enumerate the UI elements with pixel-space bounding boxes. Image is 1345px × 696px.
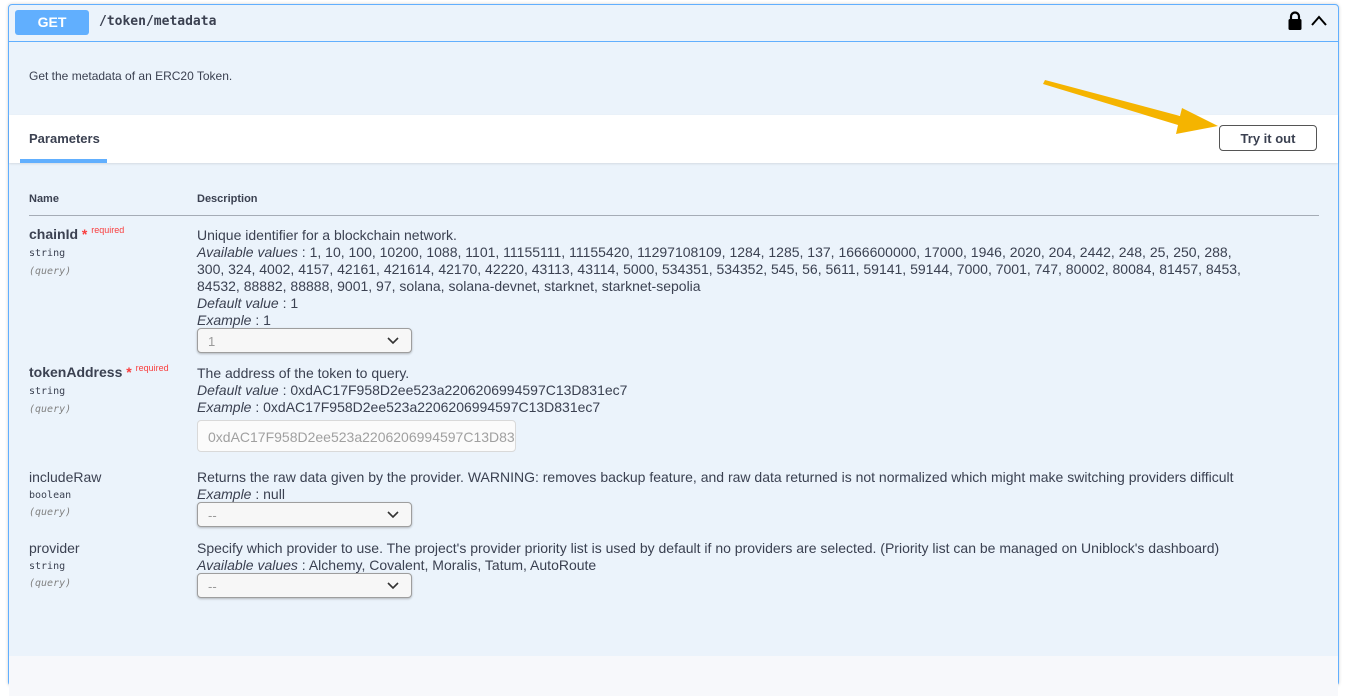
includeRaw-select[interactable]: -- xyxy=(197,502,412,527)
param-name-tokenAddress: tokenAddress * required xyxy=(29,363,169,380)
example-line: Example : null xyxy=(197,486,285,502)
param-name-includeRaw: includeRaw xyxy=(29,469,102,485)
tab-parameters-label: Parameters xyxy=(29,131,100,146)
param-description: Specify which provider to use. The proje… xyxy=(197,540,1220,556)
chevron-down-icon xyxy=(387,337,399,345)
available-values-line: 84532, 88882, 88888, 9001, 97, solana, s… xyxy=(197,278,701,294)
chainId-select[interactable]: 1 xyxy=(197,328,412,353)
param-type: boolean xyxy=(29,490,72,501)
operation-description: Get the metadata of an ERC20 Token. xyxy=(29,69,233,83)
column-header-name: Name xyxy=(29,193,59,205)
param-location: (query) xyxy=(29,507,72,518)
lock-icon[interactable] xyxy=(1287,11,1303,31)
chevron-up-icon[interactable] xyxy=(1309,12,1329,30)
chevron-down-icon xyxy=(387,511,399,519)
tab-parameters[interactable]: Parameters xyxy=(20,115,107,163)
required-star: * xyxy=(126,364,132,380)
available-values-line: Available values : 1, 10, 100, 10200, 10… xyxy=(197,244,1232,260)
provider-select[interactable]: -- xyxy=(197,573,412,598)
select-value: -- xyxy=(208,579,217,594)
example-line: Example : 0xdAC17F958D2ee523a22062069945… xyxy=(197,399,601,415)
param-location: (query) xyxy=(29,404,72,415)
select-value: 1 xyxy=(208,334,216,349)
default-value-line: Default value : 1 xyxy=(197,295,299,311)
param-location: (query) xyxy=(29,578,72,589)
endpoint-path: /token/metadata xyxy=(99,14,217,29)
param-location: (query) xyxy=(29,266,72,277)
operation-summary[interactable]: GET /token/metadata xyxy=(9,5,1338,42)
param-description: Unique identifier for a blockchain netwo… xyxy=(197,227,457,243)
example-line: Example : 1 xyxy=(197,312,271,328)
execute-area xyxy=(9,656,1338,696)
header-divider xyxy=(29,215,1319,216)
available-values-line: 300, 324, 4002, 4157, 42161, 421614, 421… xyxy=(197,261,1241,277)
input-value: 0xdAC17F958D2ee523a2206206994597C13D831e… xyxy=(208,429,516,445)
try-it-out-button[interactable]: Try it out xyxy=(1219,125,1317,151)
param-type: string xyxy=(29,248,66,259)
http-method-badge: GET xyxy=(15,10,89,35)
param-name-chainId: chainId * required xyxy=(29,225,125,242)
available-values-line: Available values : Alchemy, Covalent, Mo… xyxy=(197,557,597,573)
column-header-description: Description xyxy=(197,193,258,205)
chevron-down-icon xyxy=(387,582,399,590)
param-type: string xyxy=(29,386,66,397)
param-type: string xyxy=(29,561,66,572)
param-description: Returns the raw data given by the provid… xyxy=(197,469,1234,485)
param-name-provider: provider xyxy=(29,540,80,556)
required-label: required xyxy=(135,363,169,373)
required-star: * xyxy=(81,226,88,242)
annotation-arrow-icon xyxy=(1043,80,1218,134)
tokenAddress-input[interactable]: 0xdAC17F958D2ee523a2206206994597C13D831e… xyxy=(197,420,516,452)
required-label: required xyxy=(91,225,125,235)
default-value-line: Default value : 0xdAC17F958D2ee523a22062… xyxy=(197,382,628,398)
param-description: The address of the token to query. xyxy=(197,365,410,381)
select-value: -- xyxy=(208,508,217,523)
